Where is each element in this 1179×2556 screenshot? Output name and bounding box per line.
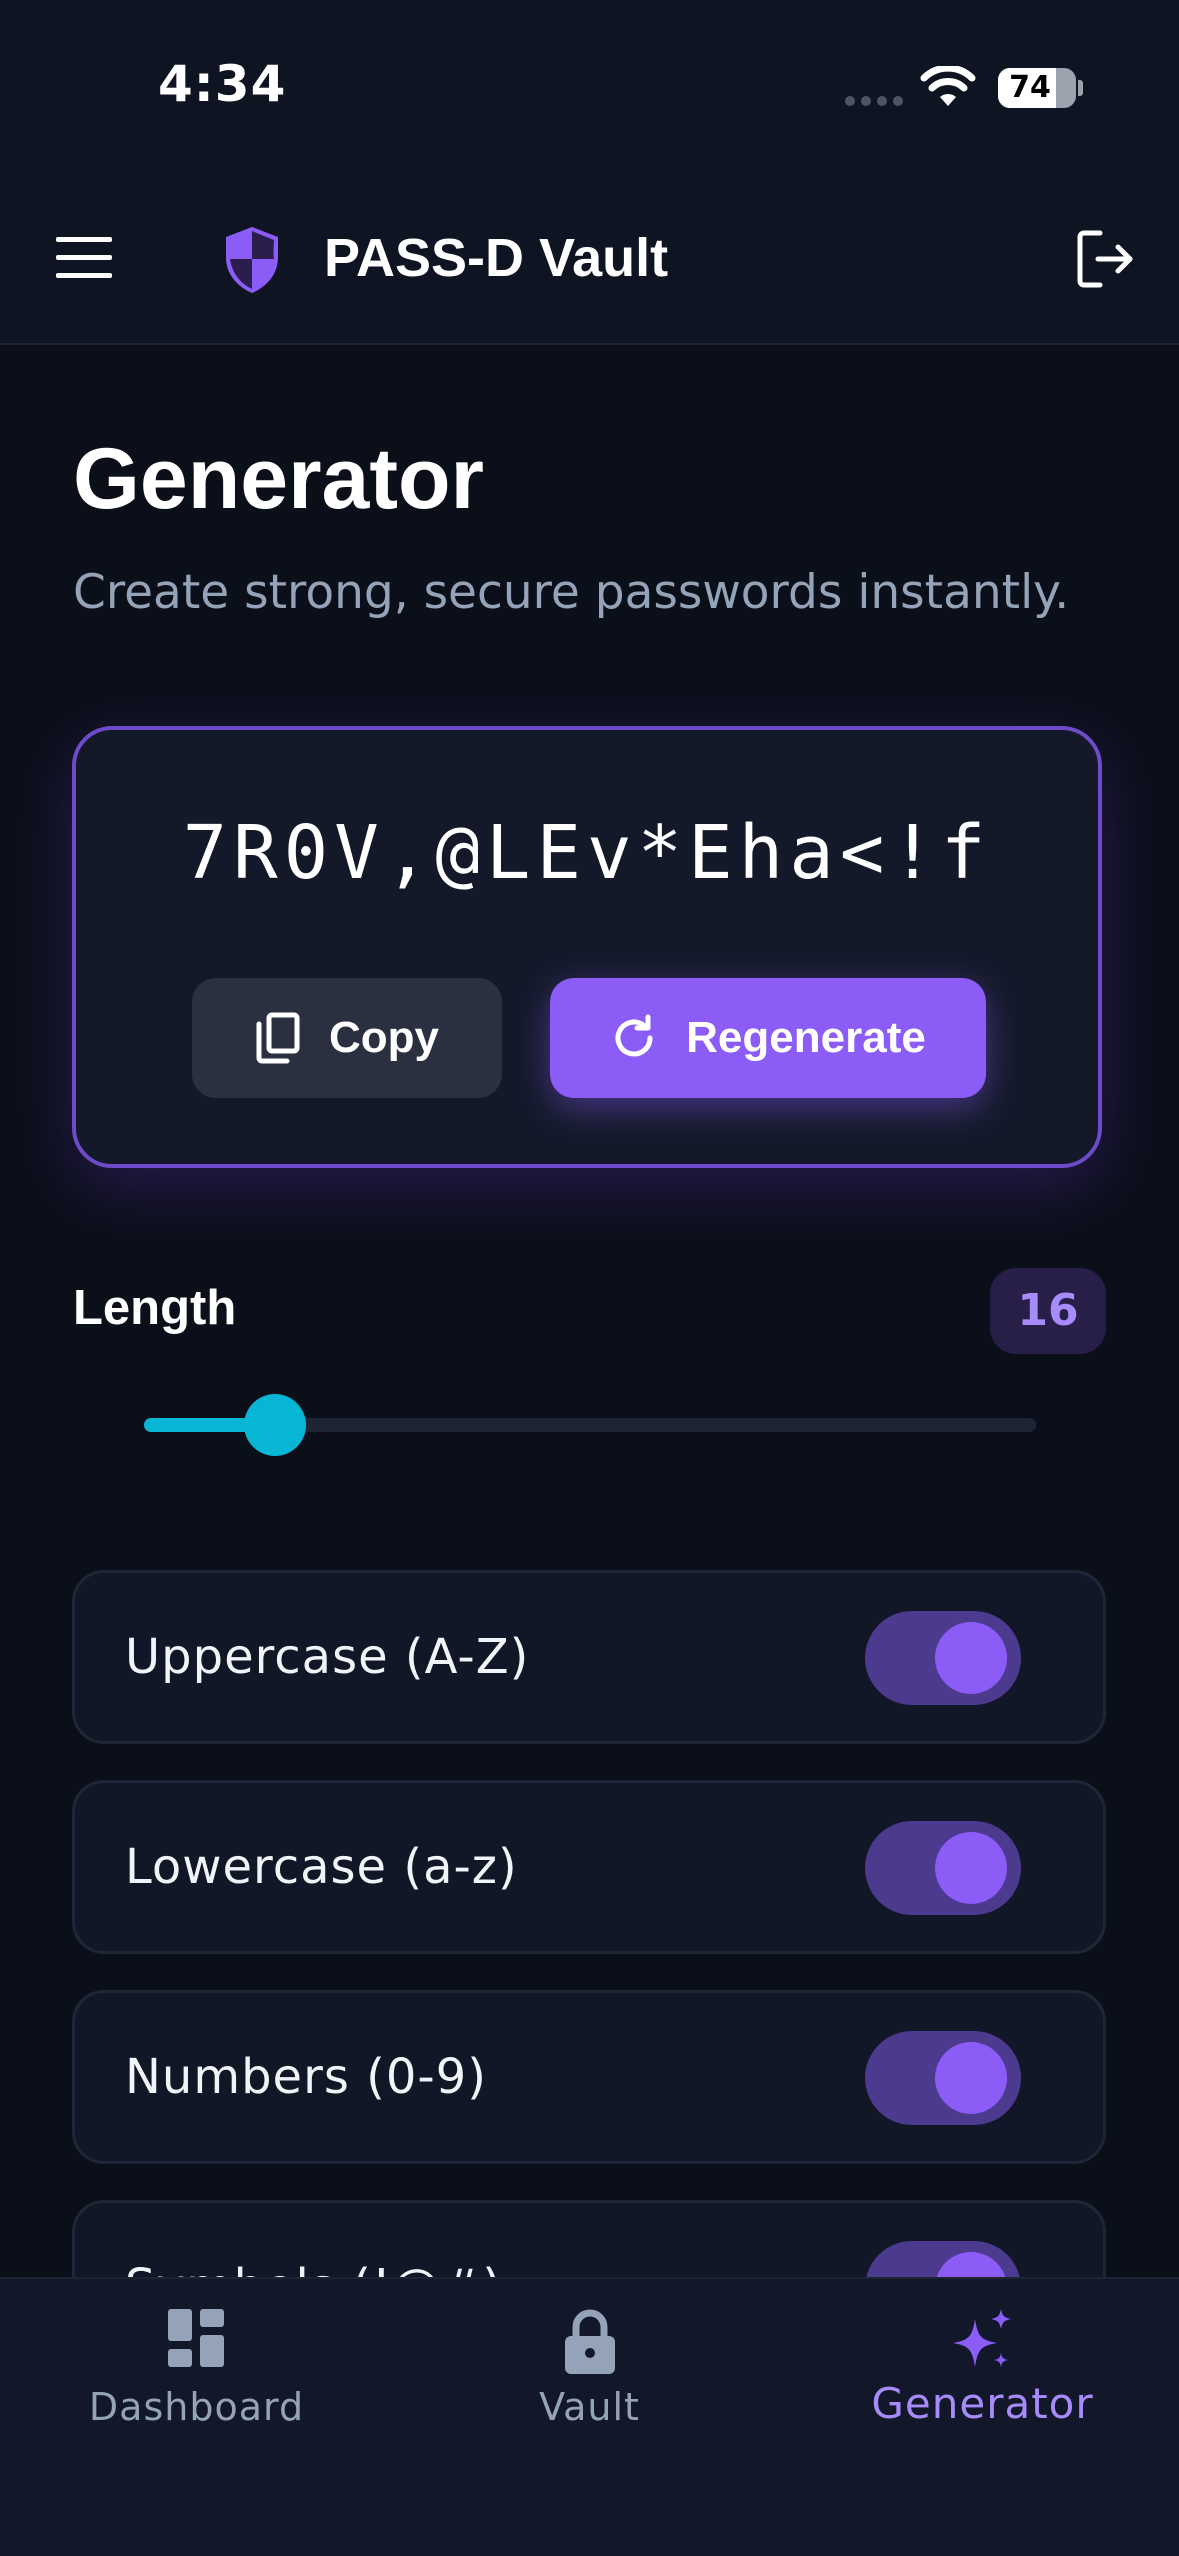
copy-icon — [256, 1012, 300, 1064]
app-title: PASS-D Vault — [324, 228, 669, 288]
option-label: Numbers (0-9) — [125, 2049, 487, 2105]
app-header: PASS-D Vault — [0, 175, 1179, 345]
uppercase-toggle[interactable] — [865, 1611, 1021, 1705]
regenerate-button-label: Regenerate — [686, 1013, 926, 1062]
option-lowercase: Lowercase (a-z) — [72, 1780, 1106, 1954]
regenerate-button[interactable]: Regenerate — [550, 978, 986, 1098]
option-label: Lowercase (a-z) — [125, 1839, 518, 1895]
battery-tip — [1078, 80, 1083, 96]
app-root: 4:34 74 PASS-D Vault Generator Create st… — [0, 0, 1179, 2556]
refresh-icon — [615, 1014, 653, 1057]
nav-label: Vault — [539, 2385, 640, 2429]
length-label: Length — [73, 1281, 237, 1335]
nav-item-dashboard[interactable]: Dashboard — [0, 2279, 393, 2556]
length-slider[interactable] — [144, 1394, 1036, 1456]
nav-label: Generator — [871, 2379, 1094, 2428]
lowercase-toggle[interactable] — [865, 1821, 1021, 1915]
battery-icon: 74 — [998, 68, 1076, 108]
lock-icon — [564, 2309, 615, 2374]
nav-label: Dashboard — [88, 2385, 305, 2429]
option-numbers: Numbers (0-9) — [72, 1990, 1106, 2164]
nav-item-generator[interactable]: Generator — [786, 2279, 1179, 2556]
status-bar: 4:34 74 — [0, 0, 1179, 175]
toggle-knob — [935, 1622, 1007, 1694]
menu-icon[interactable] — [56, 237, 112, 279]
option-label: Uppercase (A-Z) — [125, 1629, 530, 1685]
option-uppercase: Uppercase (A-Z) — [72, 1570, 1106, 1744]
nav-item-vault[interactable]: Vault — [393, 2279, 786, 2556]
toggle-knob — [935, 2042, 1007, 2114]
sparkles-icon — [952, 2309, 1011, 2367]
length-slider-thumb[interactable] — [244, 1394, 307, 1456]
dashboard-icon — [167, 2309, 224, 2367]
logout-icon[interactable] — [1076, 227, 1136, 291]
numbers-toggle[interactable] — [865, 2031, 1021, 2125]
password-card: 7R0V,@LEv*Eha<!f Copy Regenerate — [72, 726, 1102, 1168]
copy-button-label: Copy — [329, 1013, 439, 1062]
generated-password[interactable]: 7R0V,@LEv*Eha<!f — [76, 810, 1098, 896]
cellular-signal-icon — [845, 96, 903, 106]
page-subtitle: Create strong, secure passwords instantl… — [73, 565, 1070, 620]
page-title: Generator — [73, 431, 485, 527]
bottom-nav: Dashboard Vault Generator — [0, 2277, 1179, 2556]
copy-button[interactable]: Copy — [192, 978, 502, 1098]
length-value-badge: 16 — [990, 1268, 1106, 1354]
status-time: 4:34 — [158, 55, 287, 113]
toggle-knob — [935, 1832, 1007, 1904]
battery-percent: 74 — [1009, 70, 1051, 105]
wifi-icon — [920, 66, 976, 106]
shield-icon — [226, 227, 278, 293]
